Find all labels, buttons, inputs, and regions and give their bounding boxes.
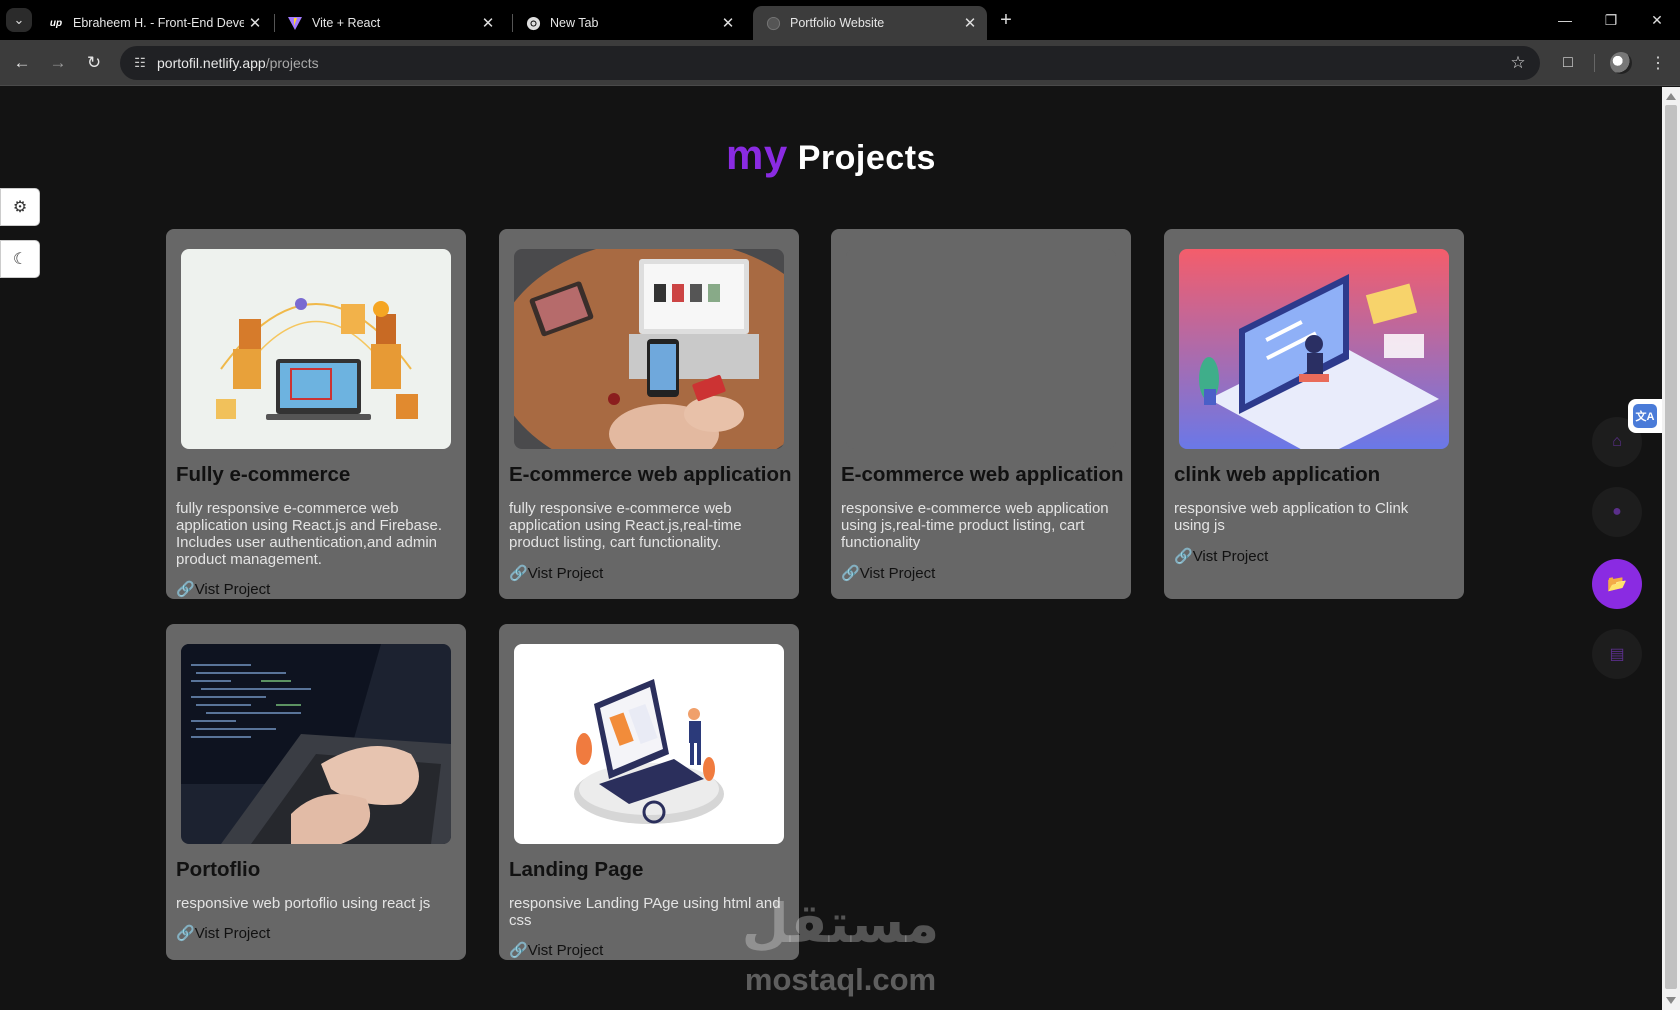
project-thumbnail-clink: [1179, 249, 1449, 449]
reload-icon[interactable]: ↻: [82, 51, 106, 75]
project-thumbnail-coding: [181, 644, 451, 844]
extensions-icon[interactable]: □: [1556, 51, 1580, 75]
visit-project-link[interactable]: 🔗Vist Project: [176, 580, 270, 598]
browser-toolbar: ← → ↻ ☷ portofil.netlify.app/projects ☆ …: [0, 40, 1680, 86]
minimize-icon[interactable]: —: [1550, 8, 1580, 32]
nav-contact-card-icon[interactable]: ▤: [1592, 629, 1642, 679]
project-thumbnail-ecommerce: [181, 249, 451, 449]
page-viewport: my Projects ⚙ ☾ Fully e-commerce fully r…: [0, 87, 1662, 1010]
link-label: Vist Project: [194, 925, 271, 942]
watermark-latin: mostaql.com: [744, 962, 937, 997]
restore-icon[interactable]: ❐: [1596, 8, 1626, 32]
profile-avatar[interactable]: [1610, 52, 1632, 74]
title-main: Projects: [797, 139, 936, 177]
close-icon[interactable]: ✕: [717, 14, 739, 32]
upwork-icon: up: [49, 17, 63, 29]
project-title: E-commerce web application: [509, 463, 792, 486]
project-card: E-commerce web application fully respons…: [499, 229, 799, 599]
project-description: responsive web portoflio using react js: [176, 895, 431, 912]
forward-icon[interactable]: →: [46, 51, 70, 75]
close-icon[interactable]: ✕: [477, 14, 499, 32]
window-close-icon[interactable]: ✕: [1642, 8, 1672, 32]
link-icon: 🔗: [1174, 548, 1193, 565]
translate-icon[interactable]: 文A: [1628, 399, 1662, 433]
tab-search-icon[interactable]: ⌄: [6, 8, 32, 32]
menu-kebab-icon[interactable]: ⋮: [1646, 51, 1670, 75]
link-icon: 🔗: [176, 925, 195, 942]
project-card: clink web application responsive web app…: [1164, 229, 1464, 599]
bookmark-star-icon[interactable]: ☆: [1506, 51, 1530, 75]
project-title: Landing Page: [509, 858, 644, 881]
scroll-down-icon[interactable]: [1666, 997, 1676, 1004]
project-thumbnail-landing: [514, 644, 784, 844]
link-icon: 🔗: [509, 942, 528, 959]
tab-new-tab[interactable]: New Tab ✕: [513, 6, 745, 40]
tab-title: New Tab: [550, 16, 599, 30]
dark-mode-moon-icon[interactable]: ☾: [0, 240, 40, 278]
tab-title: Portfolio Website: [790, 16, 885, 30]
title-accent: my: [726, 131, 788, 178]
visit-project-link[interactable]: 🔗Vist Project: [509, 941, 603, 959]
visit-project-link[interactable]: 🔗Vist Project: [176, 924, 270, 942]
project-card: Portoflio responsive web portoflio using…: [166, 624, 466, 960]
project-title: clink web application: [1174, 463, 1381, 486]
settings-gear-icon[interactable]: ⚙: [0, 188, 40, 226]
link-label: Vist Project: [527, 942, 604, 959]
address-bar[interactable]: ☷ portofil.netlify.app/projects ☆: [120, 46, 1540, 80]
tab-strip: ⌄ up Ebraheem H. - Front-End Devel ✕ Vit…: [0, 0, 1680, 40]
link-icon: 🔗: [176, 581, 195, 598]
project-description: responsive web application to Clink usin…: [1174, 500, 1409, 534]
nav-user-icon[interactable]: ●: [1592, 487, 1642, 537]
project-card: Fully e-commerce fully responsive e-comm…: [166, 229, 466, 599]
tab-vite[interactable]: Vite + React ✕: [275, 6, 505, 40]
link-label: Vist Project: [527, 565, 604, 582]
watermark: مستقل mostaql.com: [738, 892, 943, 1002]
link-icon: 🔗: [509, 565, 528, 582]
visit-project-link[interactable]: 🔗Vist Project: [509, 564, 603, 582]
project-thumbnail-missing: [846, 249, 1116, 449]
vite-icon: [287, 15, 303, 31]
close-icon[interactable]: ✕: [959, 14, 981, 32]
nav-folder-icon[interactable]: 📂: [1592, 559, 1642, 609]
tab-title: Ebraheem H. - Front-End Devel: [73, 16, 244, 30]
toolbar-divider: [1594, 54, 1595, 72]
visit-project-link[interactable]: 🔗Vist Project: [1174, 547, 1268, 565]
visit-project-link[interactable]: 🔗Vist Project: [841, 564, 935, 582]
new-tab-icon[interactable]: +: [994, 8, 1018, 32]
globe-icon: [765, 15, 781, 31]
project-card: E-commerce web application responsive e-…: [831, 229, 1131, 599]
link-icon: 🔗: [841, 565, 860, 582]
tab-portfolio[interactable]: Portfolio Website ✕: [753, 6, 987, 40]
project-description: responsive e-commerce web application us…: [841, 500, 1109, 551]
watermark-arabic: مستقل: [741, 892, 940, 955]
project-title: E-commerce web application: [841, 463, 1124, 486]
tab-title: Vite + React: [312, 16, 381, 30]
page-title: my Projects: [0, 131, 1662, 179]
chrome-icon: [525, 15, 541, 31]
project-description: fully responsive e-commerce web applicat…: [176, 500, 442, 568]
vertical-scrollbar[interactable]: [1662, 87, 1680, 1010]
link-label: Vist Project: [859, 565, 936, 582]
link-label: Vist Project: [1192, 548, 1269, 565]
url-host: portofil.netlify.app: [157, 55, 266, 71]
project-title: Fully e-commerce: [176, 463, 351, 486]
site-settings-icon[interactable]: ☷: [128, 51, 152, 75]
url-text[interactable]: portofil.netlify.app/projects: [157, 55, 319, 71]
close-icon[interactable]: ✕: [244, 14, 266, 32]
url-path: /projects: [265, 55, 319, 71]
scrollbar-thumb[interactable]: [1665, 105, 1677, 989]
project-title: Portoflio: [176, 858, 261, 881]
scroll-up-icon[interactable]: [1666, 93, 1676, 100]
back-icon[interactable]: ←: [10, 51, 34, 75]
project-description: fully responsive e-commerce web applicat…: [509, 500, 742, 551]
project-thumbnail-shopping: [514, 249, 784, 449]
tab-upwork[interactable]: up Ebraheem H. - Front-End Devel ✕: [36, 6, 272, 40]
link-label: Vist Project: [194, 581, 271, 598]
